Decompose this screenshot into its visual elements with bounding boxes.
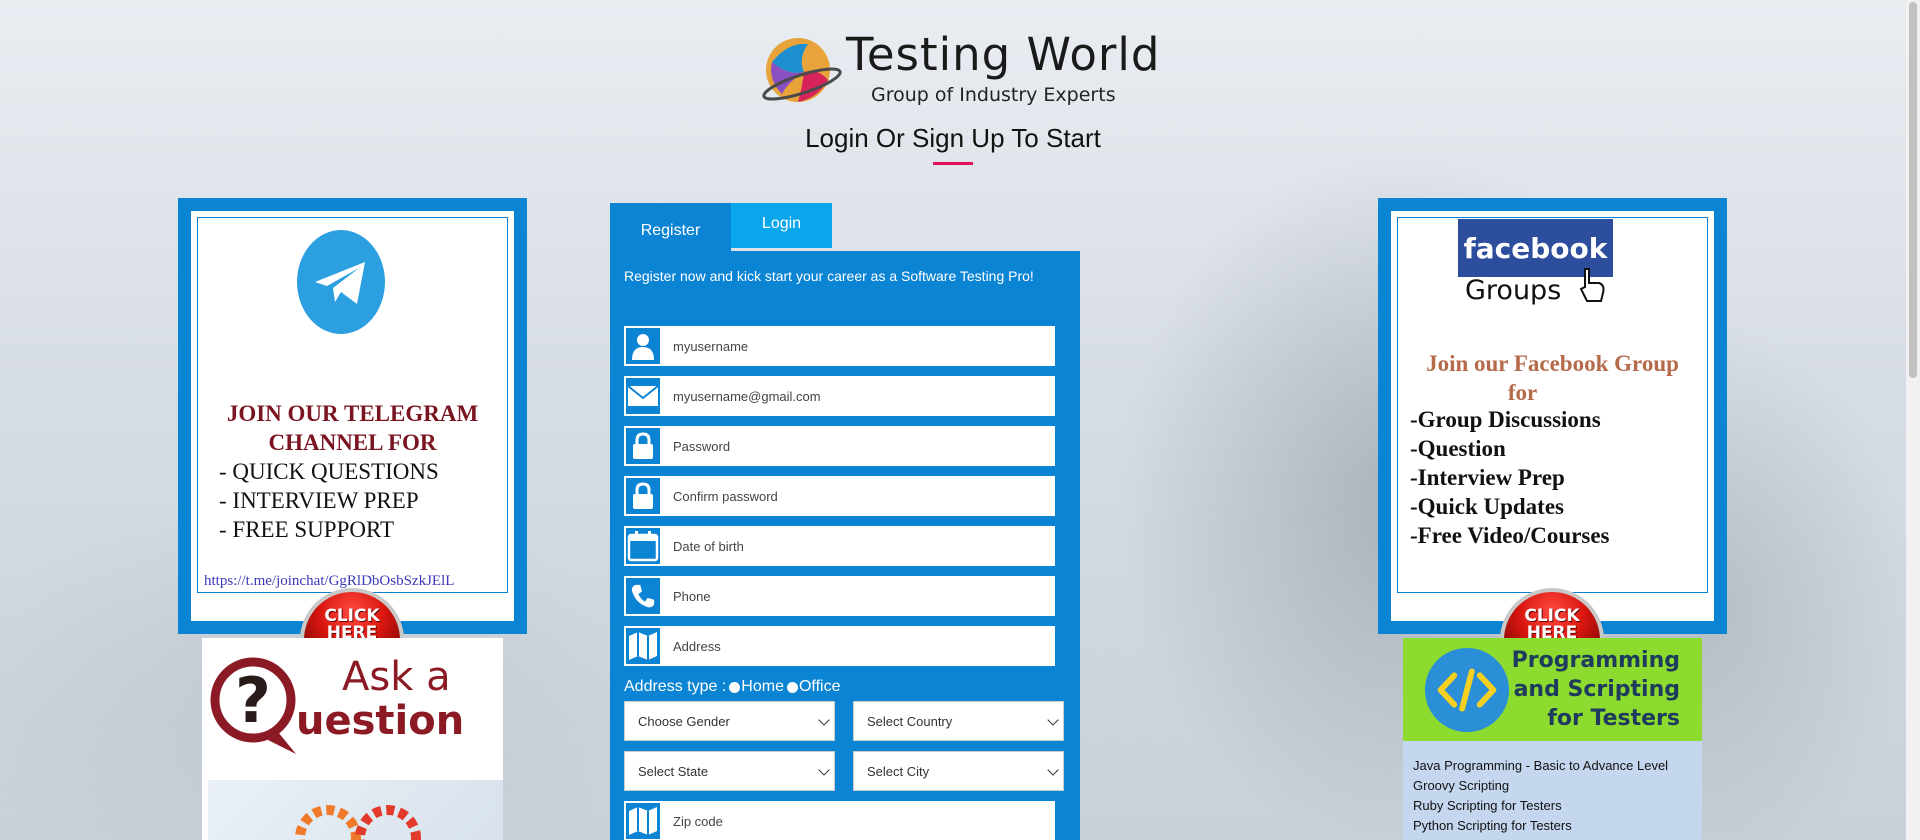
programming-course-item[interactable]: Java Programming - Basic to Advance Leve… [1413,758,1668,773]
username-field[interactable] [624,326,1055,366]
phone-icon [624,576,662,616]
lock-icon [624,476,662,516]
globe-logo-icon [762,38,842,102]
home-radio[interactable] [729,681,741,693]
facebook-ad-item: -Interview Prep [1410,465,1565,490]
address-type-group: Address type : Home Office [624,678,840,696]
register-form: Register now and kick start your career … [610,251,1080,840]
telegram-ad-item: - INTERVIEW PREP [219,488,419,513]
password-field[interactable] [624,426,1055,466]
ask-question-ad[interactable]: ? Ask a uestion [202,638,503,840]
chevron-down-icon [818,764,830,776]
zip-input[interactable] [662,801,1055,840]
svg-text:?: ? [235,664,271,737]
state-select[interactable]: Select State [624,751,835,791]
confirm-password-field[interactable] [624,476,1055,516]
facebook-ad-item: -Group Discussions [1410,407,1601,432]
facebook-groups-label: Groups [1465,275,1562,306]
zip-field[interactable] [624,801,1055,840]
country-select[interactable]: Select Country [853,701,1064,741]
brand-logo: Testing World Group of Industry Experts [758,28,1161,112]
user-icon [624,326,662,366]
programming-ad-title: Programming and Scripting for Testers [1511,648,1680,731]
ask-ad-line2: uestion [296,698,465,744]
chevron-down-icon [818,714,830,726]
chevron-down-icon [1047,714,1059,726]
heading-underline [933,162,973,165]
dob-field[interactable] [624,526,1055,566]
map-icon [624,801,662,840]
ask-ad-graphic [208,780,503,840]
form-intro-text: Register now and kick start your career … [624,268,1034,284]
hand-cursor-icon [1579,268,1605,302]
programming-ad-header: Programming and Scripting for Testers [1403,638,1702,741]
brand-subtitle: Group of Industry Experts [871,84,1116,106]
phone-field[interactable] [624,576,1055,616]
programming-course-item[interactable]: Ruby Scripting for Testers [1413,798,1562,813]
telegram-icon [297,230,385,334]
office-radio-label[interactable]: Office [799,678,841,696]
phone-input[interactable] [662,576,1055,616]
question-mark-icon: ? [210,657,296,754]
telegram-link[interactable]: https://t.me/joinchat/GgRlDbOsbSzkJElL [204,573,454,590]
page-title: Login Or Sign Up To Start [805,123,1101,153]
address-type-label: Address type : [624,678,727,695]
envelope-icon [624,376,662,416]
home-radio-label[interactable]: Home [741,678,784,696]
ask-ad-line1: Ask a [342,654,451,700]
username-input[interactable] [662,326,1055,366]
dob-input[interactable] [662,526,1055,566]
programming-ad[interactable]: Programming and Scripting for Testers Ja… [1403,638,1702,840]
telegram-ad-item: - QUICK QUESTIONS [219,459,439,484]
map-icon [624,626,662,666]
email-field[interactable] [624,376,1055,416]
city-select[interactable]: Select City [853,751,1064,791]
code-icon [1424,647,1510,733]
address-field[interactable] [624,626,1055,666]
email-input[interactable] [662,376,1055,416]
office-radio[interactable] [786,681,798,693]
telegram-ad-item: - FREE SUPPORT [219,517,394,542]
password-input[interactable] [662,426,1055,466]
facebook-ad-item: -Quick Updates [1410,494,1564,519]
telegram-ad-title: JOIN OUR TELEGRAM CHANNEL FOR [226,401,479,455]
calendar-icon [624,526,662,566]
gender-select[interactable]: Choose Gender [624,701,835,741]
gears-icon [295,805,421,840]
facebook-ad-panel[interactable]: facebook Groups Join our Facebook Group … [1378,198,1727,648]
brand-title: Testing World [846,28,1161,81]
address-input[interactable] [662,626,1055,666]
tab-register[interactable]: Register [610,203,731,251]
lock-icon [624,426,662,466]
facebook-ad-item: -Question [1410,436,1506,461]
programming-course-item[interactable]: Python Scripting for Testers [1413,818,1572,833]
tab-login[interactable]: Login [731,203,832,248]
chevron-down-icon [1047,764,1059,776]
page-scrollbar[interactable] [1906,0,1920,840]
facebook-ad-item: -Free Video/Courses [1410,523,1610,548]
telegram-ad-panel[interactable]: JOIN OUR TELEGRAM CHANNEL FOR - QUICK QU… [178,198,527,648]
programming-course-item[interactable]: Groovy Scripting [1413,778,1509,793]
facebook-ad-title: Join our Facebook Group for [1426,351,1679,405]
confirm-password-input[interactable] [662,476,1055,516]
scrollbar-thumb[interactable] [1909,2,1917,378]
